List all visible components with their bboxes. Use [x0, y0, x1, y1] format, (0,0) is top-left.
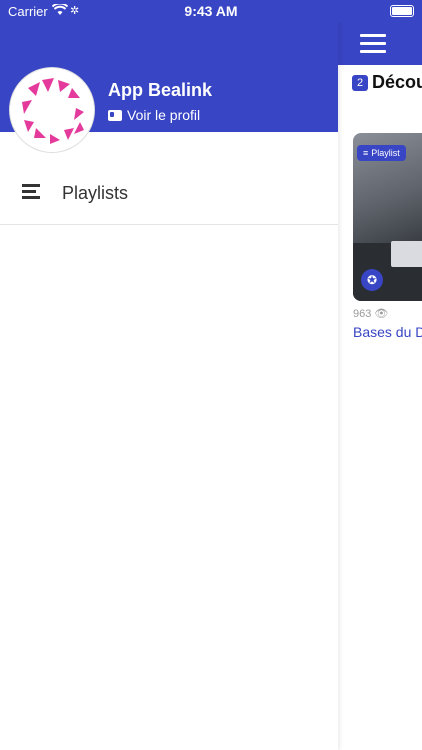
menu-item-playlists[interactable]: Playlists — [0, 162, 338, 225]
playlist-icon: ≡ — [363, 148, 369, 158]
side-drawer: App Bealink Voir le profil Playlists — [0, 22, 338, 750]
status-time: 9:43 AM — [184, 3, 238, 19]
section-count-badge: 2 — [352, 74, 368, 91]
award-icon: ✪ — [361, 269, 383, 291]
list-icon — [22, 184, 40, 202]
view-count-value: 963 — [353, 308, 372, 320]
playlist-tag: ≡ Playlist — [357, 145, 406, 161]
view-profile-label: Voir le profil — [127, 107, 201, 123]
avatar[interactable] — [10, 68, 94, 152]
view-profile-link[interactable]: Voir le profil — [108, 107, 200, 123]
eye-icon: 👁 — [374, 308, 389, 320]
app-name: App Bealink — [108, 80, 213, 100]
playlist-tag-label: Playlist — [371, 148, 400, 158]
playlist-card-image[interactable]: ≡ Playlist ✪ — [353, 133, 422, 301]
menu-item-label: Playlists — [62, 182, 129, 203]
id-card-icon — [108, 109, 122, 121]
section-title-text: Décou — [372, 72, 422, 92]
playlist-card-title[interactable]: Bases du D — [353, 324, 422, 340]
status-bar: Carrier ✲ 9:43 AM — [0, 0, 422, 22]
main-content: 2 Décou ≡ Playlist ✪ 963 👁 Bases du D — [338, 0, 422, 750]
section-title: 2 Décou — [352, 72, 422, 93]
view-count: 963 👁 — [353, 307, 388, 320]
drawer-header: App Bealink Voir le profil — [0, 22, 338, 152]
battery-icon — [390, 5, 414, 17]
hamburger-menu-icon[interactable] — [360, 34, 386, 53]
